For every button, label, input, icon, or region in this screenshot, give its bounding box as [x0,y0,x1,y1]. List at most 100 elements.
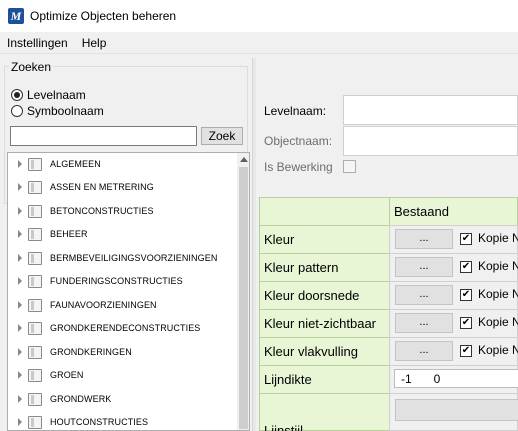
expand-arrow-icon[interactable] [18,277,22,285]
tree-item-faunavoorzieningen[interactable]: FAUNAVOORZIENINGEN [8,294,236,316]
expand-arrow-icon[interactable] [18,371,22,379]
radio-levelnaam[interactable]: Levelnaam [11,88,86,102]
tree-item-beheer[interactable]: BEHEER [8,223,236,245]
lijndikte-input[interactable]: -1 0 [394,369,518,388]
tree-scrollbar[interactable] [237,153,249,430]
tree-item-assen-en-metrering[interactable]: ASSEN EN METRERING [8,176,236,198]
folder-icon [28,368,42,382]
row-header-kleur-vlakvulling: Kleur vlakvulling [259,337,390,366]
tree-item-label: GRONDWERK [50,394,112,404]
folder-icon [28,227,42,241]
object-tree[interactable]: ALGEMEEN ASSEN EN METRERING BETONCONSTRU… [7,152,250,431]
radio-symboolnaam-button[interactable] [11,105,23,117]
kleur-niet-zichtbaar-kopie-label: Kopie N [478,315,518,329]
menu-instellingen[interactable]: Instellingen [0,32,75,54]
tree-item-algemeen[interactable]: ALGEMEEN [8,153,236,175]
tree-item-bermbeveiligingsvoorzieningen[interactable]: BERMBEVEILIGINGSVOORZIENINGEN [8,247,236,269]
objectnaam-label: Objectnaam: [264,134,333,148]
kleur-niet-zichtbaar-kopie-checkbox[interactable]: ✔ [460,317,472,329]
kleur-doorsnede-kopie-checkbox[interactable]: ✔ [460,289,472,301]
tree-item-label: BERMBEVEILIGINGSVOORZIENINGEN [50,253,218,263]
lijndikte-value-a: -1 [401,372,412,386]
grid-corner-header [259,197,390,226]
folder-icon [28,392,42,406]
folder-icon [28,204,42,218]
row-header-lijnstijl: Lijnstijl [259,393,390,431]
kleur-kopie-checkbox[interactable]: ✔ [460,233,472,245]
search-button[interactable]: Zoek [201,127,243,145]
folder-icon [28,321,42,335]
radio-levelnaam-button[interactable] [11,89,23,101]
radio-symboolnaam-label: Symboolnaam [27,104,104,118]
tree-item-betonconstructies[interactable]: BETONCONSTRUCTIES [8,200,236,222]
folder-icon [28,274,42,288]
left-panel: Zoeken Levelnaam Symboolnaam Zoek ALGEME… [0,58,252,431]
tree-item-grondkeringen[interactable]: GRONDKERINGEN [8,341,236,363]
radio-symboolnaam[interactable]: Symboolnaam [11,104,104,118]
lijnstijl-cell [389,393,518,431]
properties-grid: Bestaand Kleur ... ✔ Kopie N Kleur patte… [259,197,518,431]
expand-arrow-icon[interactable] [18,183,22,191]
expand-arrow-icon[interactable] [18,207,22,215]
tree-item-funderingsconstructies[interactable]: FUNDERINGSCONSTRUCTIES [8,270,236,292]
kleur-niet-zichtbaar-pick-button[interactable]: ... [395,313,453,333]
expand-arrow-icon[interactable] [18,230,22,238]
kleur-doorsnede-cell: ... ✔ Kopie N [389,281,518,310]
levelnaam-label: Levelnaam: [264,104,327,118]
bewerking-checkbox[interactable] [343,160,356,173]
tree-item-label: FUNDERINGSCONSTRUCTIES [50,276,183,286]
kleur-vlakvulling-cell: ... ✔ Kopie N [389,337,518,366]
kleur-pattern-kopie-checkbox[interactable]: ✔ [460,261,472,273]
folder-icon [28,345,42,359]
window-title: Optimize Objecten beheren [30,9,177,23]
column-header-bestaand: Bestaand [389,197,518,226]
kleur-niet-zichtbaar-cell: ... ✔ Kopie N [389,309,518,338]
lijnstijl-button[interactable] [395,399,518,421]
folder-icon [28,157,42,171]
expand-arrow-icon[interactable] [18,348,22,356]
kleur-doorsnede-pick-button[interactable]: ... [395,285,453,305]
tree-item-label: FAUNAVOORZIENINGEN [50,300,157,310]
tree-item-groen[interactable]: GROEN [8,364,236,386]
lijnstijl-label: Lijnstijl [264,423,304,431]
kleur-pattern-pick-button[interactable]: ... [395,257,453,277]
kleur-vlakvulling-kopie-checkbox[interactable]: ✔ [460,345,472,357]
levelnaam-field[interactable] [343,95,518,125]
folder-icon [28,251,42,265]
tree-item-grondwerk[interactable]: GRONDWERK [8,388,236,410]
lijndikte-cell: -1 0 [389,365,518,394]
tree-item-label: ALGEMEEN [50,159,101,169]
app-logo-icon: M [8,8,24,24]
tree-item-label: BEHEER [50,229,88,239]
expand-arrow-icon[interactable] [18,160,22,168]
kleur-pick-button[interactable]: ... [395,229,453,249]
lijndikte-value-b: 0 [433,372,441,386]
radio-levelnaam-label: Levelnaam [27,88,86,102]
row-header-kleur-niet-zichtbaar: Kleur niet-zichtbaar [259,309,390,338]
expand-arrow-icon[interactable] [18,254,22,262]
expand-arrow-icon[interactable] [18,324,22,332]
row-header-lijndikte: Lijndikte [259,365,390,394]
expand-arrow-icon[interactable] [18,395,22,403]
kleur-kopie-label: Kopie N [478,231,518,245]
details-panel: Levelnaam: Objectnaam: Is Bewerking Best… [256,58,518,431]
menu-bar: Instellingen Help [0,32,518,54]
bewerking-label: Is Bewerking [264,160,333,174]
row-header-kleur-pattern: Kleur pattern [259,253,390,282]
search-group-title: Zoeken [9,60,54,74]
tree-item-houtconstructies[interactable]: HOUTCONSTRUCTIES [8,411,236,430]
search-input[interactable] [10,126,197,146]
tree-item-label: ASSEN EN METRERING [50,182,154,192]
folder-icon [28,180,42,194]
expand-arrow-icon[interactable] [18,301,22,309]
tree-item-grondkerendeconstructies[interactable]: GRONDKERENDECONSTRUCTIES [8,317,236,339]
scrollbar-thumb[interactable] [239,167,248,429]
tree-item-label: HOUTCONSTRUCTIES [50,417,149,427]
scroll-up-arrow-icon[interactable] [240,157,248,162]
menu-help[interactable]: Help [75,32,114,54]
title-bar: M Optimize Objecten beheren [0,0,518,32]
expand-arrow-icon[interactable] [18,418,22,426]
kleur-vlakvulling-pick-button[interactable]: ... [395,341,453,361]
objectnaam-field[interactable] [343,126,518,156]
tree-item-label: GRONDKERINGEN [50,347,132,357]
